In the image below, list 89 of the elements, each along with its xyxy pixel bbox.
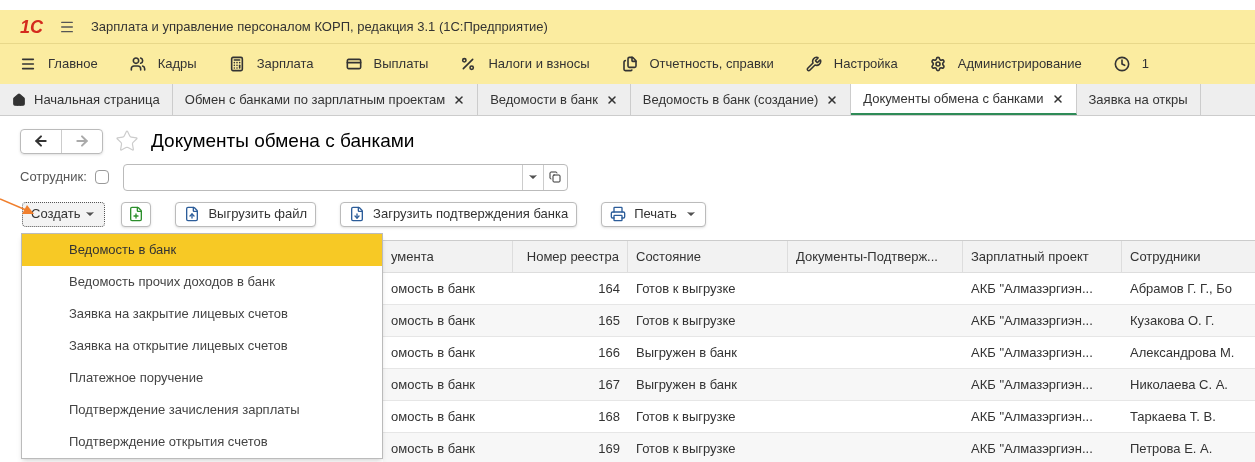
close-icon[interactable]: [605, 93, 618, 106]
table-cell-text: омость в банк: [391, 279, 475, 298]
section-link[interactable]: Выплаты: [373, 54, 429, 74]
section-link[interactable]: Налоги и взносы: [488, 54, 590, 74]
printer-icon: [610, 206, 627, 222]
load-confirmations-button[interactable]: Загрузить подтверждения банка: [340, 201, 578, 227]
create-button[interactable]: Создать: [22, 201, 106, 227]
menu-item[interactable]: Заявка на закрытие лицевых счетов: [22, 298, 382, 330]
field-label: Сотрудник:: [20, 168, 87, 187]
section-link[interactable]: Настройка: [833, 54, 898, 74]
documents-icon: [621, 56, 638, 72]
section-link[interactable]: Зарплата: [256, 54, 314, 74]
table-cell-text: АКБ "Алмазэргиэн...: [971, 407, 1093, 426]
tab[interactable]: Ведомости в банк: [478, 84, 631, 115]
back-arrow-icon: [33, 133, 49, 149]
column-header[interactable]: Номер реестра: [513, 241, 628, 272]
table-cell-text: Таркаева Т. В.: [1130, 407, 1216, 426]
section-link[interactable]: Администрирование: [957, 54, 1082, 74]
app-logo: 1С: [20, 17, 43, 36]
close-icon[interactable]: [826, 93, 839, 106]
table-cell-text: 164: [598, 279, 620, 298]
table-cell-text: АКБ "Алмазэргиэн...: [971, 279, 1093, 298]
column-header[interactable]: Документы-Подтверж...: [788, 241, 963, 272]
star-icon[interactable]: [115, 129, 139, 153]
menu-item[interactable]: Подтверждение зачисления зарплаты: [22, 394, 382, 426]
table-cell-text: омость в банк: [391, 343, 475, 362]
table-cell-text: АКБ "Алмазэргиэн...: [971, 439, 1093, 458]
table-cell-text: Готов к выгрузке: [636, 407, 736, 426]
percent-icon: [460, 56, 477, 72]
table-cell-text: Готов к выгрузке: [636, 279, 736, 298]
export-file-button[interactable]: Выгрузить файл: [175, 201, 317, 227]
tab[interactable]: Начальная страница: [0, 84, 173, 115]
table-cell-text: омость в банк: [391, 375, 475, 394]
file-upload-icon: [184, 206, 201, 222]
table-cell-text: Петрова Е. А.: [1130, 439, 1213, 458]
menu-item[interactable]: Платежное поручение: [22, 362, 382, 394]
table-cell-text: АКБ "Алмазэргиэн...: [971, 343, 1093, 362]
people-icon: [129, 56, 146, 72]
column-header[interactable]: Сотрудники: [1122, 241, 1255, 272]
calculator-icon: [228, 56, 245, 72]
table-cell-text: 168: [598, 407, 620, 426]
section-link[interactable]: 1: [1141, 54, 1149, 74]
add-document-icon: [128, 206, 145, 222]
open-window-icon: [549, 171, 562, 183]
wrench-icon: [805, 56, 822, 72]
settings-icon: [929, 56, 946, 72]
page-title: Документы обмена с банками: [151, 128, 415, 153]
menu-item[interactable]: Ведомость в банк: [22, 234, 382, 266]
table-cell-text: 167: [598, 375, 620, 394]
table-cell-text: Выгружен в банк: [636, 375, 737, 394]
print-button[interactable]: Печать: [601, 201, 706, 227]
add-document-button[interactable]: [121, 201, 152, 227]
column-header[interactable]: Зарплатный проект: [963, 241, 1122, 272]
table-cell-text: омость в банк: [391, 407, 475, 426]
clock-icon: [1113, 56, 1130, 72]
table-cell-text: Выгружен в банк: [636, 343, 737, 362]
file-download-icon: [349, 206, 366, 222]
table-cell-text: Готов к выгрузке: [636, 439, 736, 458]
table-cell-text: Николаева С. А.: [1130, 375, 1228, 394]
tab[interactable]: Обмен с банками по зарплатным проектам: [172, 84, 479, 115]
checkbox[interactable]: [94, 170, 109, 184]
table-cell-text: 165: [598, 311, 620, 330]
home-icon: [12, 92, 26, 107]
menu-icon: [20, 56, 36, 72]
table-cell-text: Кузакова О. Г.: [1130, 311, 1215, 330]
table-cell-text: Готов к выгрузке: [636, 311, 736, 330]
close-icon[interactable]: [453, 93, 466, 106]
table-cell-text: омость в банк: [391, 311, 475, 330]
table-cell-text: Абрамов Г. Г., Бо: [1130, 279, 1232, 298]
forward-arrow-icon: [74, 133, 90, 149]
tab[interactable]: Заявка на откры: [1076, 84, 1201, 115]
table-cell-text: омость в банк: [391, 439, 475, 458]
table-cell-text: 169: [598, 439, 620, 458]
table-cell-text: АКБ "Алмазэргиэн...: [971, 375, 1093, 394]
section-link[interactable]: Главное: [48, 54, 98, 74]
column-header[interactable]: Состояние: [628, 241, 788, 272]
table-cell-text: Александрова М.: [1130, 343, 1235, 362]
menu-item[interactable]: Ведомость прочих доходов в банк: [22, 266, 382, 298]
section-link[interactable]: Кадры: [157, 54, 197, 74]
table-cell-text: 166: [598, 343, 620, 362]
menu-item[interactable]: Заявка на открытие лицевых счетов: [22, 330, 382, 362]
table-cell-text: АКБ "Алмазэргиэн...: [971, 311, 1093, 330]
card-icon: [345, 56, 362, 72]
window-title: Зарплата и управление персоналом КОРП, редакция 3.1 (1С:Предприятие): [91, 17, 548, 36]
tab[interactable]: Документы обмена с банками: [851, 84, 1077, 115]
section-link[interactable]: Отчетность, справки: [649, 54, 774, 74]
menu-item[interactable]: Подтверждение открытия счетов: [22, 426, 382, 458]
close-icon[interactable]: [1051, 92, 1064, 105]
employee-field[interactable]: [122, 163, 568, 191]
